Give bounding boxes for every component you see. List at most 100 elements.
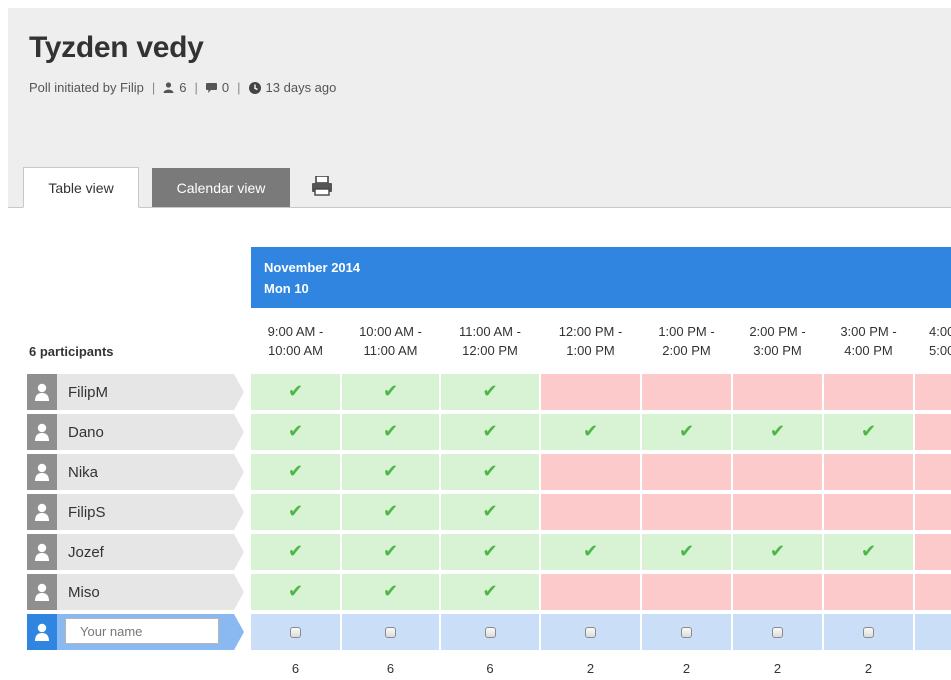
participant-name-tag[interactable]: FilipM <box>27 374 244 410</box>
participant-name: FilipM <box>68 384 108 401</box>
checkmark-icon: ✔ <box>287 501 304 522</box>
participant-name-tag[interactable]: Miso <box>27 574 244 610</box>
participants-heading: 6 participants <box>29 344 114 359</box>
vote-checkbox[interactable] <box>290 626 301 638</box>
participant-name: Nika <box>68 464 99 481</box>
vote-cell-no <box>642 494 731 530</box>
checkmark-icon: ✔ <box>382 381 399 402</box>
vote-total: 6 <box>291 661 300 676</box>
vote-checkbox[interactable] <box>772 626 783 638</box>
time-slot-end: 4:00 PM <box>844 343 893 358</box>
participant-name: FilipS <box>68 504 106 521</box>
time-slot-start: 4:00 PM - <box>929 324 951 339</box>
checkmark-icon: ✔ <box>482 501 498 522</box>
checkmark-icon: ✔ <box>382 541 399 562</box>
vote-cell-yes: ✔ <box>342 374 439 410</box>
vote-checkbox-cell[interactable] <box>824 614 913 650</box>
time-slot-header: 4:00 PM - 5:00 PM <box>929 322 951 360</box>
vote-cell-yes: ✔ <box>642 414 731 450</box>
vote-cell-no <box>733 574 822 610</box>
vote-checkbox[interactable] <box>681 626 692 638</box>
print-icon[interactable] <box>311 175 333 201</box>
tab-calendar-view[interactable]: Calendar view <box>152 168 290 207</box>
vote-cell-no <box>642 374 731 410</box>
vote-cell-yes: ✔ <box>251 534 340 570</box>
participants-count: 6 <box>179 80 187 95</box>
vote-checkbox-cell[interactable] <box>342 614 439 650</box>
avatar-icon <box>27 414 57 450</box>
name-input-field[interactable] <box>65 618 219 644</box>
participant-name-tag[interactable]: Dano <box>27 414 244 450</box>
vote-cell-yes: ✔ <box>251 414 340 450</box>
vote-cell-yes: ✔ <box>733 534 822 570</box>
vote-cell-yes: ✔ <box>441 534 539 570</box>
vote-checkbox[interactable] <box>385 626 396 638</box>
vote-checkbox-cell[interactable] <box>441 614 539 650</box>
vote-cell-yes: ✔ <box>251 574 340 610</box>
participant-name-tag[interactable]: Jozef <box>27 534 244 570</box>
vote-cell-yes: ✔ <box>342 494 439 530</box>
time-slot-start: 12:00 PM - <box>558 324 623 339</box>
vote-cell-no <box>642 454 731 490</box>
vote-checkbox[interactable] <box>484 626 496 638</box>
time-slot-end: 2:00 PM <box>662 343 711 358</box>
tab-table-view[interactable]: Table view <box>23 167 139 208</box>
vote-cell-yes: ✔ <box>342 574 439 610</box>
vote-checkbox[interactable] <box>863 626 874 638</box>
vote-cell-no <box>541 374 640 410</box>
avatar-icon <box>27 574 57 610</box>
vote-cell-no <box>915 534 951 570</box>
checkmark-icon: ✔ <box>860 421 877 442</box>
time-slot-start: 11:00 AM - <box>459 324 521 339</box>
vote-cell-yes: ✔ <box>251 494 340 530</box>
vote-checkbox-cell[interactable] <box>642 614 731 650</box>
vote-cell-yes: ✔ <box>342 414 439 450</box>
time-slot-end: 10:00 AM <box>268 343 323 358</box>
clock-icon <box>248 81 261 94</box>
checkmark-icon: ✔ <box>482 421 498 442</box>
time-slot-header: 10:00 AM - 11:00 AM <box>342 322 439 360</box>
date-month: November 2014 <box>264 260 361 275</box>
participant-name-tag[interactable]: Nika <box>27 454 244 490</box>
checkmark-icon: ✔ <box>382 581 399 602</box>
time-slot-start: 3:00 PM - <box>840 324 897 339</box>
vote-cell-yes: ✔ <box>441 374 539 410</box>
time-slot-start: 9:00 AM - <box>267 324 324 339</box>
vote-cell-no <box>642 574 731 610</box>
date-day: Mon 10 <box>264 281 309 296</box>
vote-checkbox[interactable] <box>585 626 596 638</box>
vote-checkbox-cell[interactable] <box>541 614 640 650</box>
checkmark-icon: ✔ <box>678 541 695 562</box>
vote-cell-no <box>824 574 913 610</box>
vote-cell-no <box>824 494 913 530</box>
vote-total: 6 <box>386 661 395 676</box>
time-slot-header: 3:00 PM - 4:00 PM <box>824 322 913 360</box>
vote-cell-yes: ✔ <box>441 574 539 610</box>
vote-total: 2 <box>864 661 873 676</box>
vote-cell-no <box>541 574 640 610</box>
user-icon <box>163 82 174 93</box>
avatar-icon <box>27 494 57 530</box>
vote-cell-yes: ✔ <box>251 454 340 490</box>
vote-checkbox-cell[interactable] <box>251 614 340 650</box>
vote-cell-no <box>824 454 913 490</box>
comments-count: 0 <box>221 80 230 95</box>
vote-cell-yes: ✔ <box>441 414 539 450</box>
vote-cell-yes: ✔ <box>251 374 340 410</box>
vote-cell-no <box>915 454 951 490</box>
vote-cell-yes: ✔ <box>541 534 640 570</box>
checkmark-icon: ✔ <box>287 581 304 602</box>
meta-separator: | <box>194 80 198 95</box>
vote-checkbox-cell[interactable] <box>733 614 822 650</box>
time-slot-header: 12:00 PM - 1:00 PM <box>541 322 640 360</box>
vote-checkbox-cell[interactable] <box>915 614 951 650</box>
vote-cell-yes: ✔ <box>441 494 539 530</box>
vote-cell-yes: ✔ <box>642 534 731 570</box>
vote-cell-no <box>541 454 640 490</box>
avatar-icon <box>27 534 57 570</box>
participant-name-tag[interactable]: FilipS <box>27 494 244 530</box>
meta-separator: | <box>237 80 241 95</box>
vote-cell-yes: ✔ <box>733 414 822 450</box>
vote-total: 2 <box>682 661 691 676</box>
time-slot-start: 1:00 PM - <box>658 324 715 339</box>
